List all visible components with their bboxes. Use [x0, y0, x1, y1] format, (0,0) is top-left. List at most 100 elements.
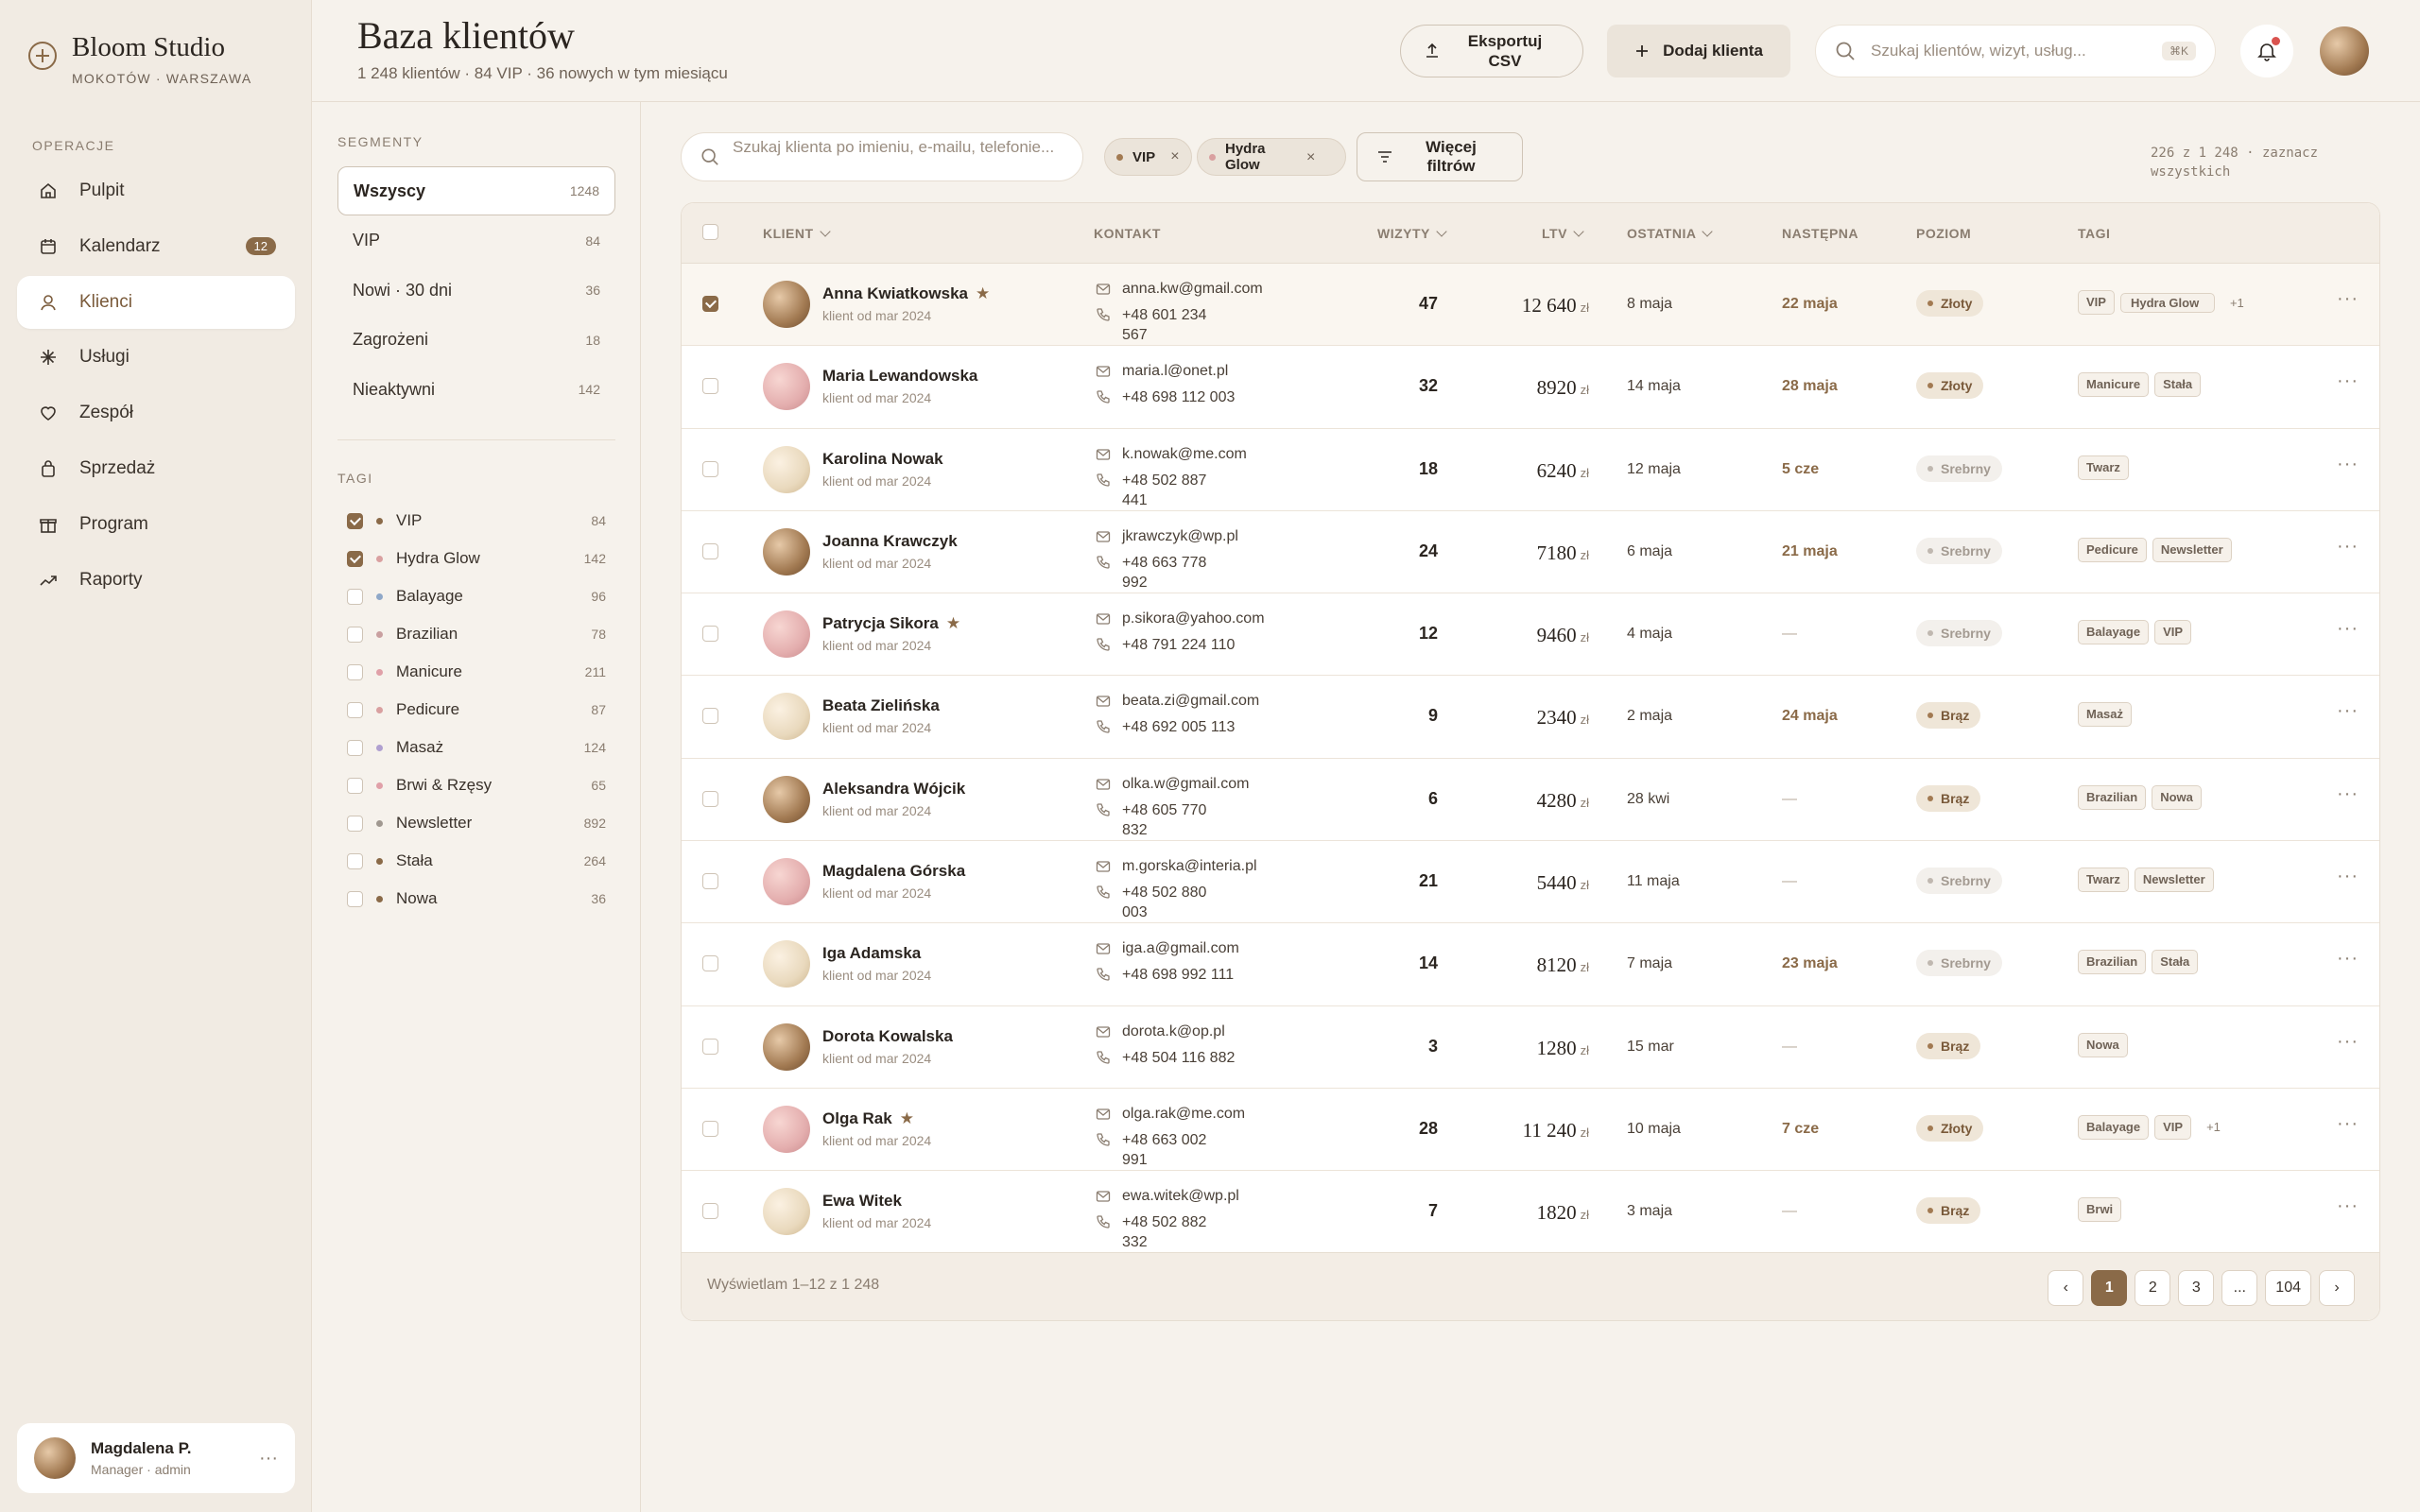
select-all-checkbox[interactable] [702, 224, 718, 240]
client-phone[interactable]: +48 698 992 111 [1096, 965, 1236, 985]
client-email[interactable]: olga.rak@me.com [1096, 1106, 1245, 1123]
notifications-button[interactable] [2240, 25, 2293, 77]
tag-checkbox[interactable] [347, 852, 363, 869]
column-ltv[interactable]: LTV [1542, 225, 1584, 241]
client-name[interactable]: Olga Rak ★ [822, 1109, 914, 1128]
nav-item-pulpit[interactable]: Pulpit [17, 164, 295, 217]
tag-filter-pedicure[interactable]: Pedicure 87 [337, 691, 615, 729]
client-phone[interactable]: +48 502 882 332 [1096, 1212, 1236, 1252]
client-phone[interactable]: +48 601 234 567 [1096, 305, 1236, 345]
tag-checkbox[interactable] [347, 588, 363, 605]
client-name[interactable]: Ewa Witek [822, 1192, 902, 1211]
close-icon[interactable]: × [1306, 149, 1315, 165]
page-button-1[interactable]: 1 [2091, 1270, 2128, 1306]
column-client[interactable]: KLIENT [763, 225, 831, 241]
nav-item-uslugi[interactable]: Usługi [17, 331, 295, 384]
more-icon[interactable]: ··· [259, 1448, 278, 1469]
client-name[interactable]: Aleksandra Wójcik [822, 780, 965, 799]
global-search[interactable]: ⌘K [1815, 25, 2216, 77]
client-email[interactable]: beata.zi@gmail.com [1096, 693, 1259, 710]
segment-wszyscy[interactable]: Wszyscy 1248 [337, 166, 615, 215]
tag-checkbox[interactable] [347, 550, 363, 567]
nav-item-program[interactable]: Program [17, 498, 295, 551]
client-phone[interactable]: +48 502 887 441 [1096, 471, 1236, 510]
tag-checkbox[interactable] [347, 512, 363, 529]
client-search-input[interactable] [733, 137, 1063, 177]
more-icon[interactable]: ··· [2337, 1195, 2359, 1217]
row-checkbox[interactable] [702, 460, 718, 477]
page-button-104[interactable]: 104 [2265, 1270, 2311, 1306]
row-checkbox[interactable] [702, 1120, 718, 1137]
row-checkbox[interactable] [702, 873, 718, 890]
tag-filter-masaz[interactable]: Masaż 124 [337, 729, 615, 766]
table-row[interactable]: Patrycja Sikora ★ klient od mar 2024 p.si… [682, 593, 2379, 677]
client-name[interactable]: Karolina Nowak [822, 450, 943, 469]
table-row[interactable]: Karolina Nowak klient od mar 2024 k.nowa… [682, 429, 2379, 511]
more-filters-button[interactable]: Więcej filtrów [1357, 132, 1523, 181]
more-icon[interactable]: ··· [2337, 454, 2359, 475]
tag-checkbox[interactable] [347, 890, 363, 907]
table-row[interactable]: Olga Rak ★ klient od mar 2024 olga.rak@me… [682, 1089, 2379, 1172]
column-last-visit[interactable]: OSTATNIA [1627, 225, 1714, 241]
client-email[interactable]: p.sikora@yahoo.com [1096, 610, 1265, 627]
tag-checkbox[interactable] [347, 739, 363, 756]
more-icon[interactable]: ··· [2337, 1031, 2359, 1053]
client-email[interactable]: m.gorska@interia.pl [1096, 858, 1257, 875]
client-email[interactable]: anna.kw@gmail.com [1096, 281, 1263, 298]
table-row[interactable]: Magdalena Górska klient od mar 2024 m.go… [682, 841, 2379, 924]
client-phone[interactable]: +48 692 005 113 [1096, 717, 1236, 737]
client-phone[interactable]: +48 605 770 832 [1096, 800, 1236, 840]
client-name[interactable]: Beata Zielińska [822, 696, 940, 715]
tag-filter-stala[interactable]: Stała 264 [337, 842, 615, 880]
more-icon[interactable]: ··· [2337, 783, 2359, 805]
tag-filter-brazilian[interactable]: Brazilian 78 [337, 615, 615, 653]
global-search-input[interactable] [1871, 42, 2147, 60]
client-phone[interactable]: +48 663 778 992 [1096, 553, 1236, 593]
tag-checkbox[interactable] [347, 777, 363, 794]
client-name[interactable]: Maria Lewandowska [822, 367, 977, 386]
row-checkbox[interactable] [702, 542, 718, 559]
row-checkbox[interactable] [702, 1203, 718, 1220]
tag-checkbox[interactable] [347, 815, 363, 832]
column-visits[interactable]: WIZYTY [1377, 225, 1447, 241]
client-name[interactable]: Dorota Kowalska [822, 1027, 953, 1046]
nav-item-klienci[interactable]: Klienci [17, 275, 295, 329]
more-icon[interactable]: ··· [2337, 288, 2359, 310]
row-checkbox[interactable] [702, 790, 718, 807]
segment-nowi-30-dni[interactable]: Nowi · 30 dni 36 [337, 266, 615, 315]
filter-chip-vip[interactable]: VIP × [1104, 138, 1192, 176]
tag-checkbox[interactable] [347, 626, 363, 643]
tag-checkbox[interactable] [347, 701, 363, 718]
client-email[interactable]: maria.l@onet.pl [1096, 363, 1228, 380]
more-icon[interactable]: ··· [2337, 700, 2359, 722]
more-icon[interactable]: ··· [2337, 370, 2359, 392]
segment-zagrozeni[interactable]: Zagrożeni 18 [337, 316, 615, 365]
close-icon[interactable]: × [1170, 148, 1179, 165]
client-phone[interactable]: +48 663 002 991 [1096, 1130, 1236, 1170]
client-email[interactable]: iga.a@gmail.com [1096, 940, 1239, 957]
client-name[interactable]: Magdalena Górska [822, 862, 965, 881]
client-phone[interactable]: +48 698 112 003 [1096, 387, 1236, 407]
table-row[interactable]: Joanna Krawczyk klient od mar 2024 jkraw… [682, 511, 2379, 594]
segment-vip[interactable]: VIP 84 [337, 216, 615, 266]
row-checkbox[interactable] [702, 626, 718, 643]
row-checkbox[interactable] [702, 955, 718, 972]
more-icon[interactable]: ··· [2337, 866, 2359, 887]
more-icon[interactable]: ··· [2337, 536, 2359, 558]
table-row[interactable]: Dorota Kowalska klient od mar 2024 dorot… [682, 1006, 2379, 1089]
nav-item-sprzedaz[interactable]: Sprzedaż [17, 442, 295, 495]
next-page-button[interactable]: › [2319, 1270, 2355, 1306]
row-checkbox[interactable] [702, 378, 718, 395]
client-email[interactable]: k.nowak@me.com [1096, 446, 1247, 463]
nav-item-kalendarz[interactable]: Kalendarz 12 [17, 220, 295, 273]
client-phone[interactable]: +48 504 116 882 [1096, 1048, 1236, 1068]
tag-filter-nowa[interactable]: Nowa 36 [337, 880, 615, 918]
client-email[interactable]: dorota.k@op.pl [1096, 1023, 1225, 1040]
client-name[interactable]: Iga Adamska [822, 944, 921, 963]
row-checkbox[interactable] [702, 708, 718, 725]
tag-filter-manicure[interactable]: Manicure 211 [337, 653, 615, 691]
client-phone[interactable]: +48 502 880 003 [1096, 883, 1236, 922]
client-email[interactable]: jkrawczyk@wp.pl [1096, 528, 1238, 545]
selection-count-note[interactable]: 226 z 1 248 · zaznacz wszystkich [2151, 144, 2340, 181]
table-row[interactable]: Maria Lewandowska klient od mar 2024 mar… [682, 346, 2379, 429]
